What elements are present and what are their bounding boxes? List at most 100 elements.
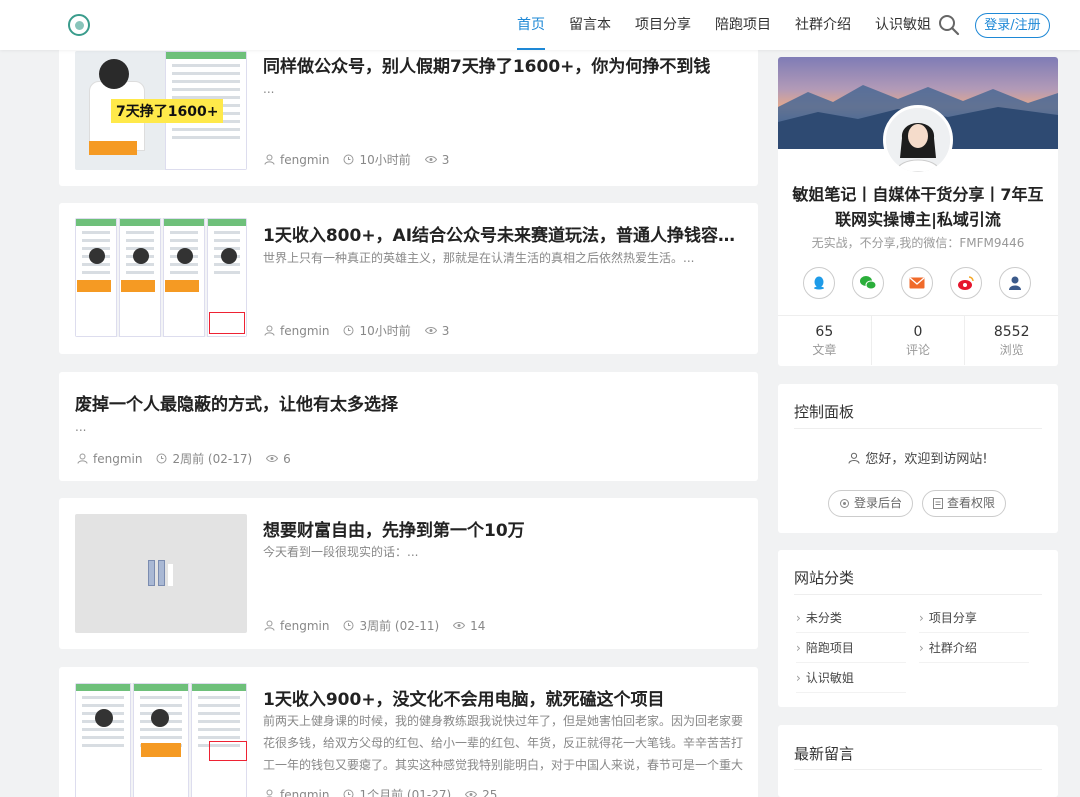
post-meta: fengmin 10小时前 3 bbox=[264, 322, 463, 339]
post-time: 10小时前 bbox=[343, 322, 411, 339]
author[interactable]: fengmin bbox=[264, 324, 329, 338]
nav-home[interactable]: 首页 bbox=[505, 0, 557, 50]
eye-icon bbox=[465, 791, 478, 797]
author[interactable]: fengmin bbox=[77, 452, 142, 466]
post-thumbnail[interactable]: 7天挣了1600+ bbox=[75, 51, 247, 170]
user-icon[interactable] bbox=[999, 267, 1031, 299]
nav-guestbook[interactable]: 留言本 bbox=[557, 0, 623, 50]
clock-icon bbox=[343, 325, 354, 336]
author[interactable]: fengmin bbox=[264, 788, 329, 797]
thumb-chip bbox=[89, 141, 137, 155]
chat-screenshot bbox=[133, 683, 189, 797]
author[interactable]: fengmin bbox=[264, 619, 329, 633]
placeholder-bar bbox=[168, 564, 173, 586]
eye-icon bbox=[424, 327, 437, 334]
divider bbox=[794, 428, 1042, 429]
thumb-chip bbox=[165, 280, 199, 292]
post-views: 25 bbox=[465, 788, 497, 797]
post-title[interactable]: 1天收入900+，没文化不会用电脑，就死磕这个项目 bbox=[263, 685, 745, 710]
post-title[interactable]: 废掉一个人最隐蔽的方式，让他有太多选择 bbox=[75, 390, 735, 415]
post-time: 3周前 (02-11) bbox=[343, 617, 439, 634]
nav-projects[interactable]: 项目分享 bbox=[623, 0, 703, 50]
post-time: 1个月前 (01-27) bbox=[343, 786, 451, 797]
category-item[interactable]: 社群介绍 bbox=[919, 633, 1029, 663]
thumb-caption: 7天挣了1600+ bbox=[111, 99, 224, 123]
weibo-icon[interactable] bbox=[950, 267, 982, 299]
post-title[interactable]: 同样做公众号，别人假期7天挣了1600+，你为何挣不到钱 bbox=[263, 52, 743, 77]
login-register-button[interactable]: 登录/注册 bbox=[975, 13, 1050, 38]
clock-icon bbox=[343, 620, 354, 631]
avatar[interactable] bbox=[883, 105, 953, 175]
placeholder-bar bbox=[148, 560, 155, 586]
panel-title: 控制面板 bbox=[794, 403, 855, 421]
site-logo[interactable] bbox=[68, 14, 90, 36]
thumb-chip bbox=[121, 280, 155, 292]
stat-views: 8552 浏览 bbox=[993, 324, 1030, 357]
qq-icon[interactable] bbox=[803, 267, 835, 299]
category-item[interactable]: 认识敏姐 bbox=[796, 663, 906, 693]
chat-screenshot bbox=[75, 683, 131, 797]
user-icon bbox=[264, 154, 275, 165]
profile-stats: 65 文章 0 评论 8552 浏览 bbox=[778, 315, 1058, 365]
clock-icon bbox=[343, 789, 354, 797]
profile-name: 敏姐笔记丨自媒体干货分享丨7年互联网实操博主|私域引流 bbox=[792, 185, 1044, 229]
category-item[interactable]: 项目分享 bbox=[919, 603, 1029, 633]
user-icon bbox=[848, 452, 860, 464]
post-thumbnail[interactable] bbox=[75, 514, 247, 633]
email-icon[interactable] bbox=[901, 267, 933, 299]
post-views: 6 bbox=[266, 452, 291, 466]
gear-icon bbox=[840, 499, 849, 508]
latest-title: 最新留言 bbox=[794, 745, 855, 763]
post-title[interactable]: 想要财富自由，先挣到第一个10万 bbox=[263, 516, 745, 541]
post-thumbnail[interactable] bbox=[75, 218, 247, 337]
placeholder-bar bbox=[158, 560, 165, 586]
main-nav: 首页 留言本 项目分享 陪跑项目 社群介绍 认识敏姐 bbox=[505, 0, 943, 50]
post-views: 3 bbox=[424, 153, 449, 167]
view-permissions-button[interactable]: 查看权限 bbox=[922, 490, 1007, 517]
divider bbox=[794, 594, 1042, 595]
chat-screenshot bbox=[191, 683, 247, 797]
nav-coaching[interactable]: 陪跑项目 bbox=[703, 0, 783, 50]
category-item[interactable]: 陪跑项目 bbox=[796, 633, 906, 663]
latest-comments-widget: 最新留言 bbox=[778, 725, 1058, 797]
eye-icon bbox=[424, 156, 437, 163]
post-card: 废掉一个人最隐蔽的方式，让他有太多选择 ... fengmin 2周前 (02-… bbox=[59, 372, 758, 481]
categories-title: 网站分类 bbox=[794, 569, 855, 587]
profile-desc: 无实战，不分享,我的微信：FMFM9446 bbox=[811, 236, 1025, 250]
post-title[interactable]: 1天收入800+，AI结合公众号未来赛道玩法，普通人挣钱容易多... bbox=[263, 221, 745, 246]
post-meta: fengmin 1个月前 (01-27) 25 bbox=[264, 786, 511, 797]
document-icon bbox=[933, 498, 943, 509]
stat-comments[interactable]: 0 评论 bbox=[872, 316, 966, 365]
post-card: 1天收入900+，没文化不会用电脑，就死磕这个项目 前两天上健身课的时候，我的健… bbox=[59, 667, 758, 797]
thumb-chip bbox=[141, 743, 181, 757]
person-head bbox=[89, 248, 105, 264]
person-head bbox=[133, 248, 149, 264]
post-excerpt: ... bbox=[263, 82, 275, 96]
login-admin-button[interactable]: 登录后台 bbox=[828, 490, 914, 517]
post-excerpt: 前两天上健身课的时候，我的健身教练跟我说快过年了，但是她害怕回老家。因为回老家要… bbox=[263, 714, 744, 772]
user-icon bbox=[77, 453, 88, 464]
nav-community[interactable]: 社群介绍 bbox=[783, 0, 863, 50]
user-icon bbox=[264, 325, 275, 336]
user-icon bbox=[264, 620, 275, 631]
chat-screenshot bbox=[75, 218, 117, 337]
avatar-image bbox=[886, 108, 950, 172]
post-meta: fengmin 2周前 (02-17) 6 bbox=[77, 450, 305, 467]
stat-articles[interactable]: 65 文章 bbox=[778, 316, 872, 365]
eye-icon bbox=[453, 622, 466, 629]
nav-about[interactable]: 认识敏姐 bbox=[863, 0, 943, 50]
category-item[interactable]: 未分类 bbox=[796, 603, 906, 633]
profile-widget: 敏姐笔记丨自媒体干货分享丨7年互联网实操博主|私域引流 无实战，不分享,我的微信… bbox=[778, 57, 1058, 366]
person-head bbox=[95, 709, 113, 727]
search-icon[interactable] bbox=[938, 14, 960, 36]
post-time: 10小时前 bbox=[343, 151, 411, 168]
post-meta: fengmin 3周前 (02-11) 14 bbox=[264, 617, 499, 634]
post-card: 1天收入800+，AI结合公众号未来赛道玩法，普通人挣钱容易多... 世界上只有… bbox=[59, 203, 758, 354]
chat-screenshot bbox=[163, 218, 205, 337]
post-time: 2周前 (02-17) bbox=[156, 450, 252, 467]
author[interactable]: fengmin bbox=[264, 153, 329, 167]
divider bbox=[794, 769, 1042, 770]
post-thumbnail[interactable] bbox=[75, 683, 247, 797]
wechat-icon[interactable] bbox=[852, 267, 884, 299]
person-head bbox=[99, 59, 129, 89]
